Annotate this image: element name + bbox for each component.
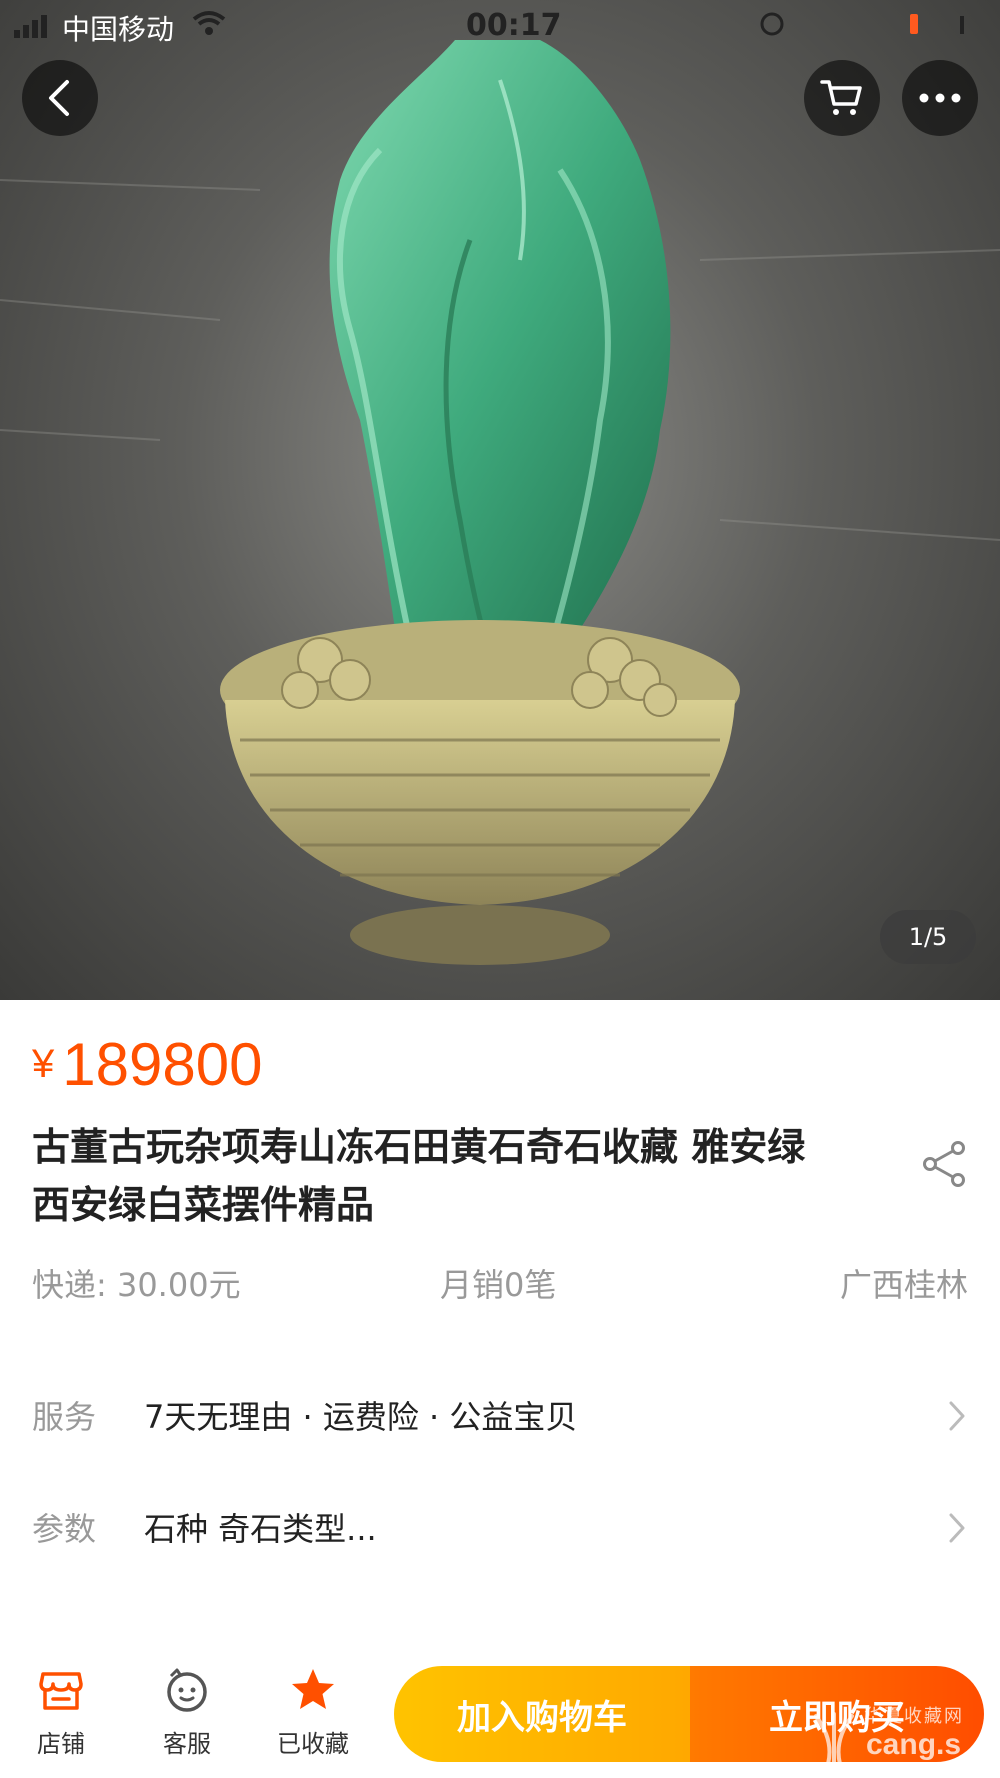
store-tab[interactable]: 店铺 (6, 1666, 116, 1766)
params-value: 石种 奇石类型... (144, 1510, 377, 1548)
share-button[interactable] (918, 1138, 970, 1190)
service-value: 7天无理由 · 运费险 · 公益宝贝 (144, 1398, 578, 1436)
cart-icon (820, 80, 862, 115)
customer-service-label: 客服 (163, 1730, 211, 1758)
store-label: 店铺 (37, 1730, 85, 1758)
more-button[interactable] (902, 60, 978, 136)
cart-button[interactable] (804, 60, 880, 136)
watermark-text-cn: 华夏收藏网 (864, 1706, 964, 1726)
chevron-right-icon (949, 1401, 965, 1431)
params-row[interactable]: 参数 石种 奇石类型... (0, 1490, 1000, 1570)
service-row[interactable]: 服务 7天无理由 · 运费险 · 公益宝贝 (0, 1378, 1000, 1458)
jade-cabbage-product-photo (0, 40, 1000, 965)
ship-from-location: 广西桂林 (839, 1266, 968, 1304)
carrier-label: 中国移动 (62, 13, 175, 46)
favorite-label: 已收藏 (277, 1730, 349, 1758)
favorite-tab[interactable]: 已收藏 (258, 1666, 368, 1766)
watermark-logo-icon (814, 1712, 854, 1766)
chat-face-icon (167, 1668, 207, 1712)
store-icon (39, 1672, 83, 1710)
wifi-icon (192, 11, 226, 35)
product-title: 古董古玩杂项寿山冻石田黄石奇石收藏 雅安绿 西安绿白菜摆件精品 (32, 1125, 806, 1227)
gallery-page-indicator: 1/5 (880, 910, 976, 964)
shipping-fee: 快递: 30.00元 (32, 1266, 241, 1304)
status-bar: 中国移动 00:17 (0, 0, 1000, 52)
site-watermark: 华夏收藏网 cang.s (810, 1700, 990, 1770)
signal-icon (14, 15, 47, 38)
chevron-left-icon (49, 80, 69, 116)
service-label: 服务 (32, 1398, 97, 1436)
currency-symbol: ¥ (32, 1042, 55, 1086)
star-filled-icon (292, 1669, 334, 1709)
product-image-gallery[interactable]: 中国移动 00:17 1/5 (0, 0, 1000, 1000)
battery-icon (760, 12, 964, 36)
watermark-text-en: cang.s (866, 1728, 962, 1761)
product-price: ¥189800 (32, 1030, 262, 1099)
product-meta-row: 快递: 30.00元 月销0笔 广西桂林 (32, 1260, 968, 1304)
price-value: 189800 (62, 1031, 263, 1098)
monthly-sales: 月销0笔 (440, 1266, 557, 1304)
share-icon (923, 1141, 965, 1187)
params-label: 参数 (32, 1510, 97, 1548)
status-time: 00:17 (466, 8, 562, 43)
customer-service-tab[interactable]: 客服 (132, 1666, 242, 1766)
back-button[interactable] (22, 60, 98, 136)
add-to-cart-button[interactable]: 加入购物车 (394, 1666, 690, 1762)
chevron-right-icon (949, 1513, 965, 1543)
more-dots-icon (919, 93, 961, 103)
